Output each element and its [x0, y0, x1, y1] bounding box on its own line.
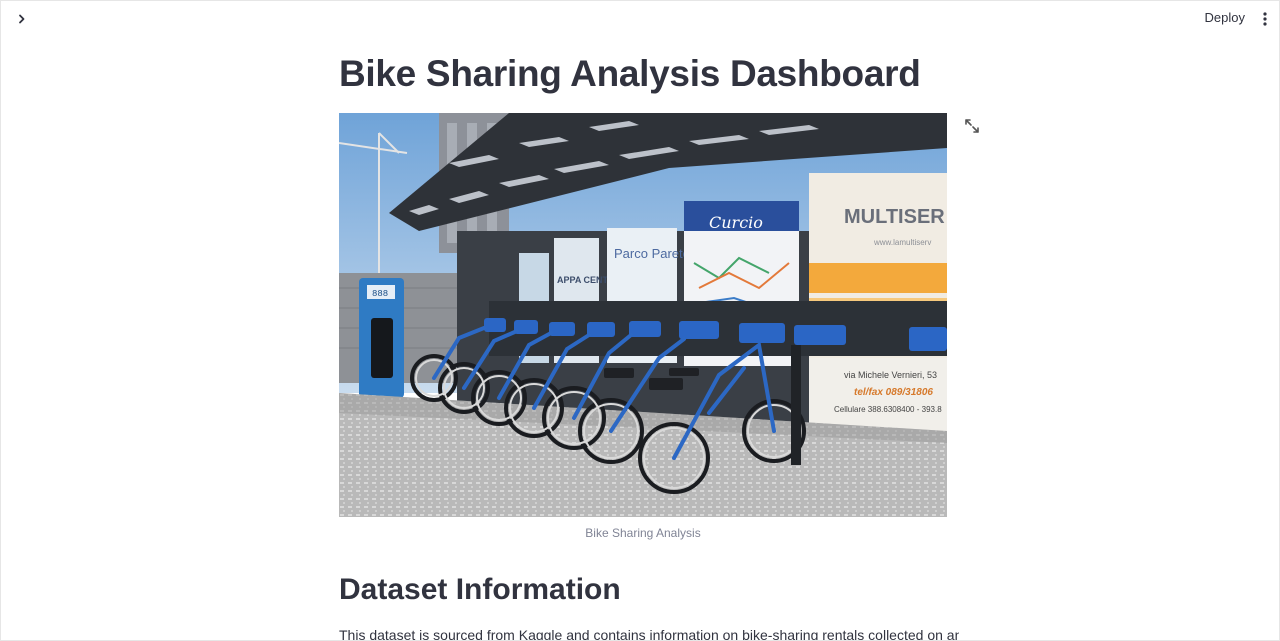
- sidebar-toggle-button[interactable]: [13, 10, 31, 28]
- fullscreen-icon: [965, 119, 979, 133]
- more-vertical-icon: [1263, 12, 1267, 26]
- signage-text: MULTISER: [844, 206, 945, 228]
- signage-text: via Michele Vernieri, 53: [844, 370, 937, 380]
- signage-text: tel/fax 089/31806: [854, 387, 933, 398]
- signage-text: Curcio: [709, 213, 763, 232]
- section-text: This dataset is sourced from Kaggle and …: [339, 627, 959, 641]
- signage-text: Parco Pareto: [614, 246, 690, 261]
- bike-station-image: APPA CENTO Parco Pareto Curcio MULTISER …: [339, 113, 947, 517]
- deploy-button[interactable]: Deploy: [1205, 10, 1245, 25]
- fullscreen-button[interactable]: [964, 118, 980, 134]
- signage-text: Cellulare 388.6308400 - 393.8: [834, 405, 942, 414]
- kiosk-screen-text: 888: [372, 289, 388, 299]
- section-heading: Dataset Information: [339, 573, 621, 606]
- signage-text: www.lamultiserv: [873, 238, 931, 247]
- signage-text: APPA CENTO: [557, 275, 615, 285]
- page-title: Bike Sharing Analysis Dashboard: [339, 53, 921, 94]
- main-menu-button[interactable]: [1257, 10, 1273, 28]
- bike-station-photo: APPA CENTO Parco Pareto Curcio MULTISER …: [339, 113, 947, 517]
- app-window: Deploy Bike Sharing Analysis Dashboard A…: [0, 0, 1280, 641]
- chevron-right-icon: [19, 14, 25, 24]
- top-toolbar: Deploy: [1, 1, 1279, 37]
- image-caption: Bike Sharing Analysis: [585, 526, 701, 540]
